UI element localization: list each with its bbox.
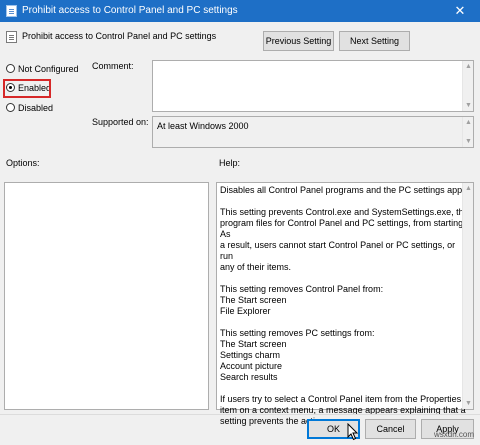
setting-title: Prohibit access to Control Panel and PC … xyxy=(22,31,217,41)
scroll-up-icon[interactable]: ▲ xyxy=(463,117,474,128)
help-paragraph: This setting prevents Control.exe and Sy… xyxy=(220,207,469,272)
watermark: wsxdn.com xyxy=(433,430,474,439)
title-bar: Prohibit access to Control Panel and PC … xyxy=(0,0,480,22)
help-paragraph: This setting removes Control Panel from:… xyxy=(220,284,384,316)
radio-disabled[interactable]: Disabled xyxy=(6,102,53,116)
annotation-highlight xyxy=(3,79,51,98)
comment-field[interactable]: ▲ ▼ xyxy=(152,60,474,112)
previous-setting-button[interactable]: Previous Setting xyxy=(263,31,334,51)
scroll-down-icon[interactable]: ▼ xyxy=(463,136,474,147)
policy-setting-icon xyxy=(6,31,17,43)
supported-on-field: At least Windows 2000 ▲ ▼ xyxy=(152,116,474,148)
supported-on-value: At least Windows 2000 xyxy=(157,121,249,131)
help-text: Disables all Control Panel programs and … xyxy=(220,185,469,438)
help-label: Help: xyxy=(219,158,241,168)
mouse-pointer-icon xyxy=(347,423,359,441)
next-setting-label: Next Setting xyxy=(349,36,400,46)
scroll-up-icon[interactable]: ▲ xyxy=(463,61,474,72)
help-paragraph: Disables all Control Panel programs and … xyxy=(220,185,465,195)
help-panel: Disables all Control Panel programs and … xyxy=(216,182,474,426)
footer-separator xyxy=(0,414,480,415)
previous-setting-label: Previous Setting xyxy=(265,36,332,46)
scroll-up-icon[interactable]: ▲ xyxy=(463,183,474,194)
policy-setting-icon xyxy=(6,5,17,17)
radio-label: Not Configured xyxy=(18,63,79,74)
options-panel xyxy=(4,182,209,410)
comment-label: Comment: xyxy=(92,61,134,71)
cancel-label: Cancel xyxy=(376,424,405,434)
ok-label: OK xyxy=(326,424,340,434)
window-title: Prohibit access to Control Panel and PC … xyxy=(22,5,238,16)
help-paragraph: This setting removes PC settings from: T… xyxy=(220,328,375,382)
options-label: Options: xyxy=(6,158,40,168)
radio-not-configured[interactable]: Not Configured xyxy=(6,63,79,77)
radio-label: Disabled xyxy=(18,102,54,113)
radio-indicator[interactable] xyxy=(6,103,15,113)
help-scrollbar[interactable]: ▲ ▼ xyxy=(462,183,473,409)
comment-scrollbar[interactable]: ▲ ▼ xyxy=(462,61,473,111)
scroll-down-icon[interactable]: ▼ xyxy=(463,398,474,409)
cancel-button[interactable]: Cancel xyxy=(365,419,416,439)
supported-scrollbar[interactable]: ▲ ▼ xyxy=(462,117,473,147)
radio-indicator[interactable] xyxy=(6,64,15,74)
scroll-down-icon[interactable]: ▼ xyxy=(463,100,474,111)
next-setting-button[interactable]: Next Setting xyxy=(339,31,410,51)
supported-on-label: Supported on: xyxy=(92,117,149,127)
close-icon[interactable]: ✕ xyxy=(440,0,480,22)
